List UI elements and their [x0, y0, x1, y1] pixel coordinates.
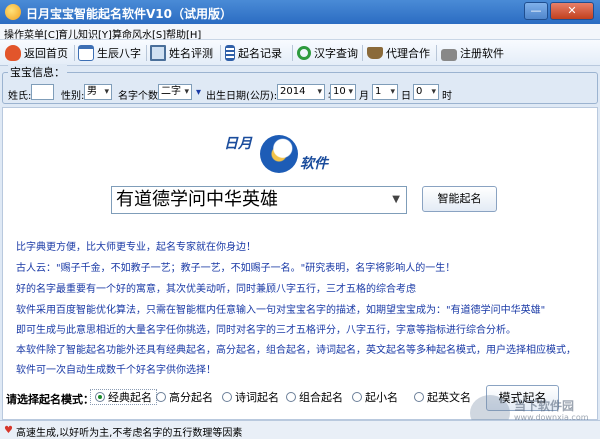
mode-option-label: 起小名: [365, 391, 398, 404]
watermark-text: 当下软件园: [514, 399, 575, 413]
surname-input[interactable]: [31, 84, 54, 100]
gender-select[interactable]: 男: [84, 84, 112, 100]
radio-dot: [156, 392, 166, 402]
mode-radio-nickname[interactable]: 起小名: [352, 389, 398, 405]
birth-date-label: 出生日期(公历):: [206, 91, 278, 102]
company-logo: 日月 软件: [224, 129, 374, 179]
radio-dot: [414, 392, 424, 402]
smart-name-combobox[interactable]: 有道德学问中华英雄 ▼: [111, 186, 407, 214]
toolbar-divider: [74, 45, 75, 61]
register-label: 注册软件: [460, 47, 504, 60]
logo-text-riyue: 日月: [224, 136, 252, 152]
monitor-icon: [150, 45, 166, 61]
month-select[interactable]: 10: [330, 84, 356, 100]
mode-radio-high-score[interactable]: 高分起名: [156, 389, 213, 405]
chevron-down-icon[interactable]: ▼: [392, 187, 400, 213]
title-bar: 日月宝宝智能起名软件V10（试用版） — ✕: [0, 0, 600, 24]
menu-parenting[interactable]: 育儿知识[Y]: [58, 26, 112, 41]
window-title: 日月宝宝智能起名软件V10（试用版）: [26, 7, 232, 21]
status-bar: ♥ 高速生成,以好听为主,不考虑名字的五行数理等因素: [0, 420, 600, 439]
mode-option-label: 起英文名: [427, 391, 471, 404]
menu-bar: 操作菜单[C] 育儿知识[Y] 算命风水[S] 帮助[H]: [0, 24, 600, 41]
mode-radio-poetry[interactable]: 诗词起名: [222, 389, 279, 405]
agency-cooperation-button[interactable]: 代理合作: [367, 43, 430, 63]
info-line-3: 好的名字最重要有一个好的寓意，其次优美动听，同时兼顾八字五行，三才五格的综合考虑: [16, 284, 416, 295]
mode-option-label: 经典起名: [108, 391, 152, 404]
info-line-2: 古人云："赐子千金，不如教子一艺；教子一艺，不如赐子一名。"研究表明，名字将影响…: [16, 263, 456, 274]
month-unit: 月: [359, 91, 369, 102]
mode-option-label: 组合起名: [299, 391, 343, 404]
heart-icon: [5, 45, 21, 61]
close-button[interactable]: ✕: [550, 2, 594, 20]
year-select[interactable]: 2014: [277, 84, 325, 100]
toolbar-divider: [292, 45, 293, 61]
smart-name-value: 有道德学问中华英雄: [116, 189, 278, 210]
smart-naming-button[interactable]: 智能起名: [422, 186, 497, 212]
home-label: 返回首页: [24, 47, 68, 60]
toolbar-divider: [220, 45, 221, 61]
lock-icon: [441, 49, 457, 61]
mode-radio-combination[interactable]: 组合起名: [286, 389, 343, 405]
toolbar: 返回首页 生辰八字 姓名评测 起名记录 汉字查询 代理合作 注册软件: [0, 40, 600, 66]
naming-record-button[interactable]: 起名记录: [225, 43, 282, 63]
minimize-button[interactable]: —: [524, 2, 548, 20]
surname-label: 姓氏:: [8, 91, 32, 102]
radio-dot: [95, 392, 105, 402]
name-count-label: 名字个数:: [118, 91, 162, 102]
hour-unit: 时: [442, 91, 452, 102]
name-evaluation-button[interactable]: 姓名评测: [150, 43, 213, 63]
toolbar-divider: [362, 45, 363, 61]
agency-cooperation-label: 代理合作: [386, 47, 430, 60]
radio-dot: [222, 392, 232, 402]
app-icon: [5, 4, 21, 20]
register-button[interactable]: 注册软件: [441, 43, 504, 63]
name-evaluation-label: 姓名评测: [169, 47, 213, 60]
birth-bazi-button[interactable]: 生辰八字: [78, 43, 141, 63]
day-unit: 日: [401, 91, 411, 102]
coffee-icon: [367, 47, 383, 59]
day-select[interactable]: 1: [372, 84, 398, 100]
mode-radio-english[interactable]: 起英文名: [414, 389, 471, 405]
record-icon: [225, 45, 235, 61]
logo-text-software: 软件: [300, 156, 328, 172]
mode-option-label: 高分起名: [169, 391, 213, 404]
info-line-6: 本软件除了智能起名功能外还具有经典起名，高分起名，组合起名，诗词起名，英文起名等…: [16, 345, 576, 356]
menu-help[interactable]: 帮助[H]: [166, 26, 201, 41]
calendar-icon: [78, 45, 94, 61]
info-line-4: 软件采用百度智能优化算法，只需在智能框内任意输入一句对宝宝名字的描述，如期望宝宝…: [16, 305, 546, 316]
mode-option-label: 诗词起名: [235, 391, 279, 404]
radio-dot: [352, 392, 362, 402]
home-button[interactable]: 返回首页: [5, 43, 68, 63]
birth-bazi-label: 生辰八字: [97, 47, 141, 60]
radio-dot: [286, 392, 296, 402]
baby-info-title: 宝宝信息：: [8, 64, 67, 80]
mode-label: 请选择起名模式：: [6, 393, 94, 406]
search-icon: [297, 46, 311, 60]
menu-fortune[interactable]: 算命风水[S]: [112, 26, 166, 41]
info-line-1: 比字典更方便，比大师更专业，起名专家就在你身边！: [16, 242, 256, 253]
dropdown-bullet-icon: ▾: [196, 87, 202, 98]
status-text: 高速生成,以好听为主,不考虑名字的五行数理等因素: [16, 428, 243, 439]
name-count-select[interactable]: 二字: [158, 84, 192, 100]
char-lookup-button[interactable]: 汉字查询: [297, 43, 358, 63]
info-line-7: 软件可一次自动生成数千个好名字供你选择！: [16, 365, 216, 376]
gender-label: 性别:: [61, 91, 85, 102]
logo-swoosh-icon: [260, 135, 298, 173]
toolbar-divider: [146, 45, 147, 61]
mode-radio-classic[interactable]: 经典起名: [90, 389, 157, 405]
menu-operate[interactable]: 操作菜单[C]: [4, 26, 59, 41]
heart-status-icon: ♥: [4, 425, 13, 436]
char-lookup-label: 汉字查询: [314, 47, 358, 60]
naming-record-label: 起名记录: [238, 47, 282, 60]
hour-select[interactable]: 0: [413, 84, 439, 100]
toolbar-divider: [436, 45, 437, 61]
info-line-5: 即可生成与此意思相近的大量名字任你挑选，同时对名字的三才五格评分，八字五行，字意…: [16, 325, 516, 336]
